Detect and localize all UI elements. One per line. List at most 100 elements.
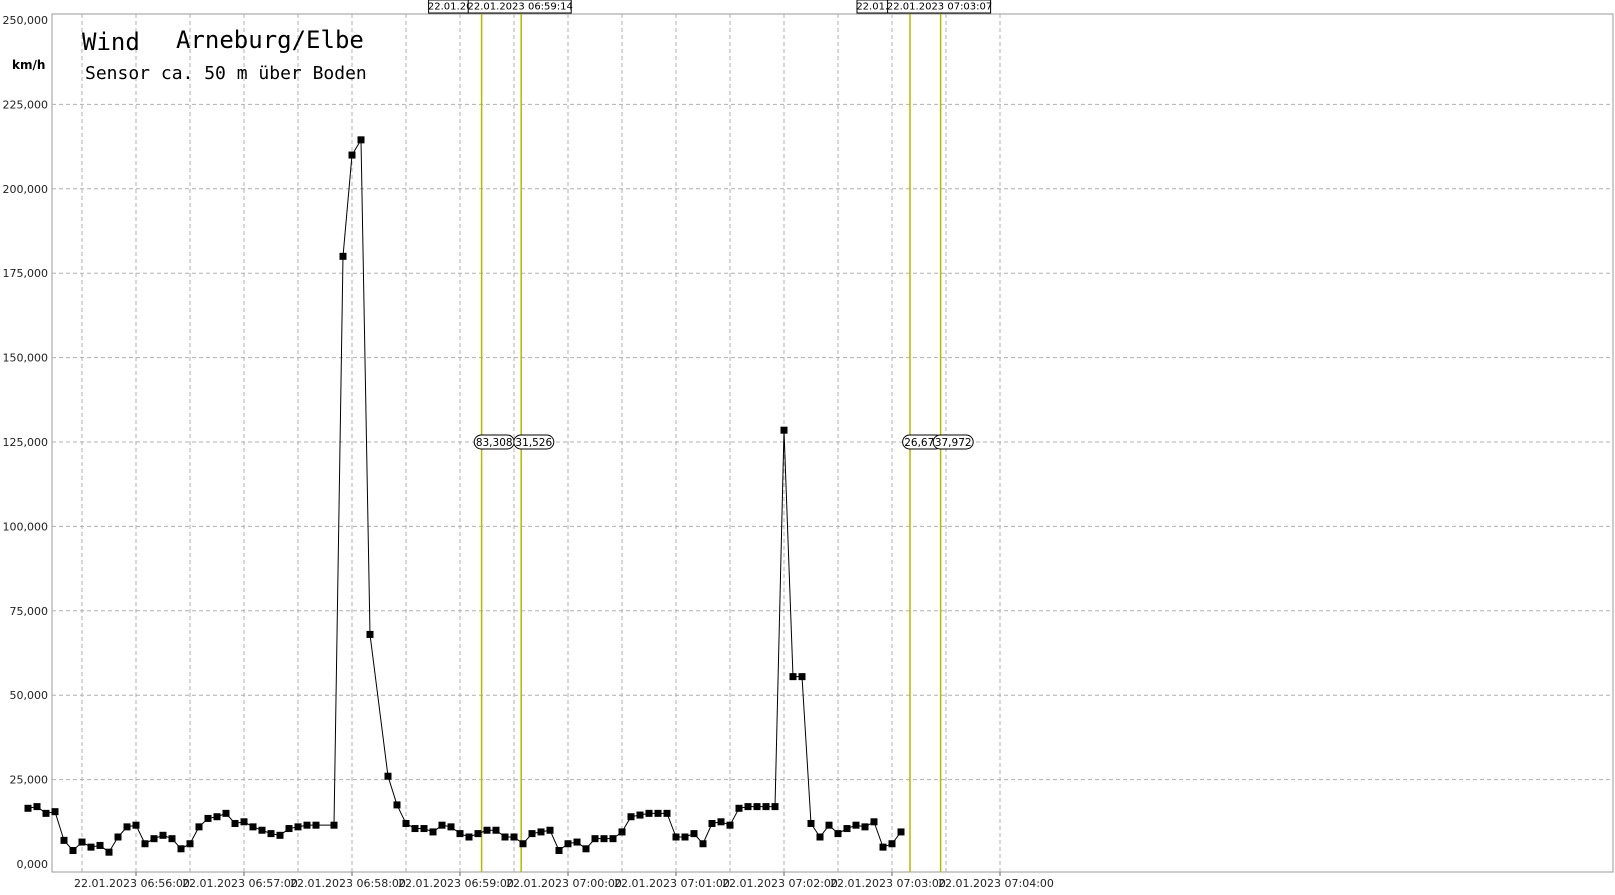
- data-point: [51, 808, 59, 816]
- data-point: [609, 835, 617, 843]
- data-point: [402, 819, 410, 827]
- data-point: [519, 840, 527, 848]
- data-point: [366, 630, 374, 638]
- data-point: [483, 826, 491, 834]
- data-point: [312, 821, 320, 829]
- data-point: [546, 826, 554, 834]
- data-point: [123, 823, 131, 831]
- data-point: [555, 846, 563, 854]
- data-point: [348, 151, 356, 159]
- data-point: [528, 830, 536, 838]
- data-point: [60, 836, 68, 844]
- data-point: [735, 804, 743, 812]
- data-point: [591, 835, 599, 843]
- data-point: [240, 818, 248, 826]
- data-point: [654, 809, 662, 817]
- data-point: [681, 833, 689, 841]
- value-label: 37,972: [935, 437, 972, 449]
- data-point: [429, 828, 437, 836]
- data-point: [492, 826, 500, 834]
- data-point: [294, 823, 302, 831]
- value-label: 31,526: [515, 437, 552, 449]
- y-axis: 0,000 25,000 50,000 75,000 100,000 125,000 150…: [3, 14, 49, 871]
- y-tick-label: 125,000: [3, 436, 49, 449]
- chart-subtitle: Sensor ca. 50 m über Boden: [85, 63, 367, 84]
- data-point: [213, 813, 221, 821]
- data-point: [420, 825, 428, 833]
- x-tick-label: 22.01.2023 07:00:00: [506, 877, 622, 890]
- data-point: [303, 821, 311, 829]
- data-point: [105, 848, 113, 856]
- data-point: [33, 803, 41, 811]
- value-label: 83,308: [476, 437, 513, 449]
- data-point: [843, 825, 851, 833]
- x-tick-label: 22.01.2023 07:02:00: [722, 877, 838, 890]
- data-point: [852, 821, 860, 829]
- y-tick-label: 50,000: [10, 689, 49, 702]
- data-point: [42, 809, 50, 817]
- data-point: [672, 833, 680, 841]
- data-point: [465, 833, 473, 841]
- data-point: [726, 821, 734, 829]
- x-tick-label: 22.01.2023 06:59:00: [398, 877, 514, 890]
- data-point: [573, 838, 581, 846]
- data-point: [780, 426, 788, 434]
- data-point: [744, 803, 752, 811]
- data-point: [717, 818, 725, 826]
- data-point: [708, 819, 716, 827]
- data-point: [807, 819, 815, 827]
- y-tick-label: 250,000: [3, 14, 49, 27]
- data-point: [357, 136, 365, 144]
- wind-speed-chart: 0,000 25,000 50,000 75,000 100,000 125,000 150…: [3, 0, 1614, 890]
- data-point: [438, 821, 446, 829]
- data-point: [231, 819, 239, 827]
- x-tick-label: 22.01.2023 07:04:00: [938, 877, 1054, 890]
- chart-title: Wind: [82, 28, 140, 56]
- x-tick-label: 22.01.2023 07:03:00: [830, 877, 946, 890]
- data-point: [861, 823, 869, 831]
- data-point: [474, 830, 482, 838]
- y-axis-unit: km/h: [12, 58, 45, 72]
- data-point: [897, 828, 905, 836]
- x-axis: 22.01.2023 06:56:0022.01.2023 06:57:0022…: [74, 872, 1054, 890]
- data-point: [645, 809, 653, 817]
- x-tick-label: 22.01.2023 06:56:00: [74, 877, 190, 890]
- x-tick-label: 22.01.2023 06:58:00: [290, 877, 406, 890]
- data-point: [510, 833, 518, 841]
- y-tick-label: 0,000: [17, 858, 49, 871]
- y-tick-label: 225,000: [3, 98, 49, 111]
- data-point: [204, 814, 212, 822]
- data-point: [222, 809, 230, 817]
- data-point: [78, 838, 86, 846]
- data-point: [384, 772, 392, 780]
- data-point: [285, 825, 293, 833]
- data-point: [618, 828, 626, 836]
- data-point: [186, 840, 194, 848]
- data-point: [789, 673, 797, 681]
- y-tick-label: 200,000: [3, 183, 49, 196]
- x-tick-label: 22.01.2023 07:01:00: [614, 877, 730, 890]
- data-point: [339, 252, 347, 260]
- data-point: [141, 840, 149, 848]
- data-point: [276, 831, 284, 839]
- data-point: [627, 813, 635, 821]
- y-tick-label: 100,000: [3, 520, 49, 533]
- data-point: [753, 803, 761, 811]
- data-point: [96, 841, 104, 849]
- x-tick-label: 22.01.2023 06:57:00: [182, 877, 298, 890]
- data-point: [834, 830, 842, 838]
- data-point: [177, 845, 185, 853]
- data-point: [168, 835, 176, 843]
- data-point: [600, 835, 608, 843]
- plot-frame: [51, 13, 1614, 873]
- data-point: [69, 846, 77, 854]
- data-point: [24, 804, 32, 812]
- data-point: [663, 809, 671, 817]
- data-point: [447, 823, 455, 831]
- data-point: [393, 801, 401, 809]
- data-point: [825, 821, 833, 829]
- data-point: [888, 840, 896, 848]
- data-point: [411, 825, 419, 833]
- y-tick-label: 175,000: [3, 267, 49, 280]
- data-point: [699, 840, 707, 848]
